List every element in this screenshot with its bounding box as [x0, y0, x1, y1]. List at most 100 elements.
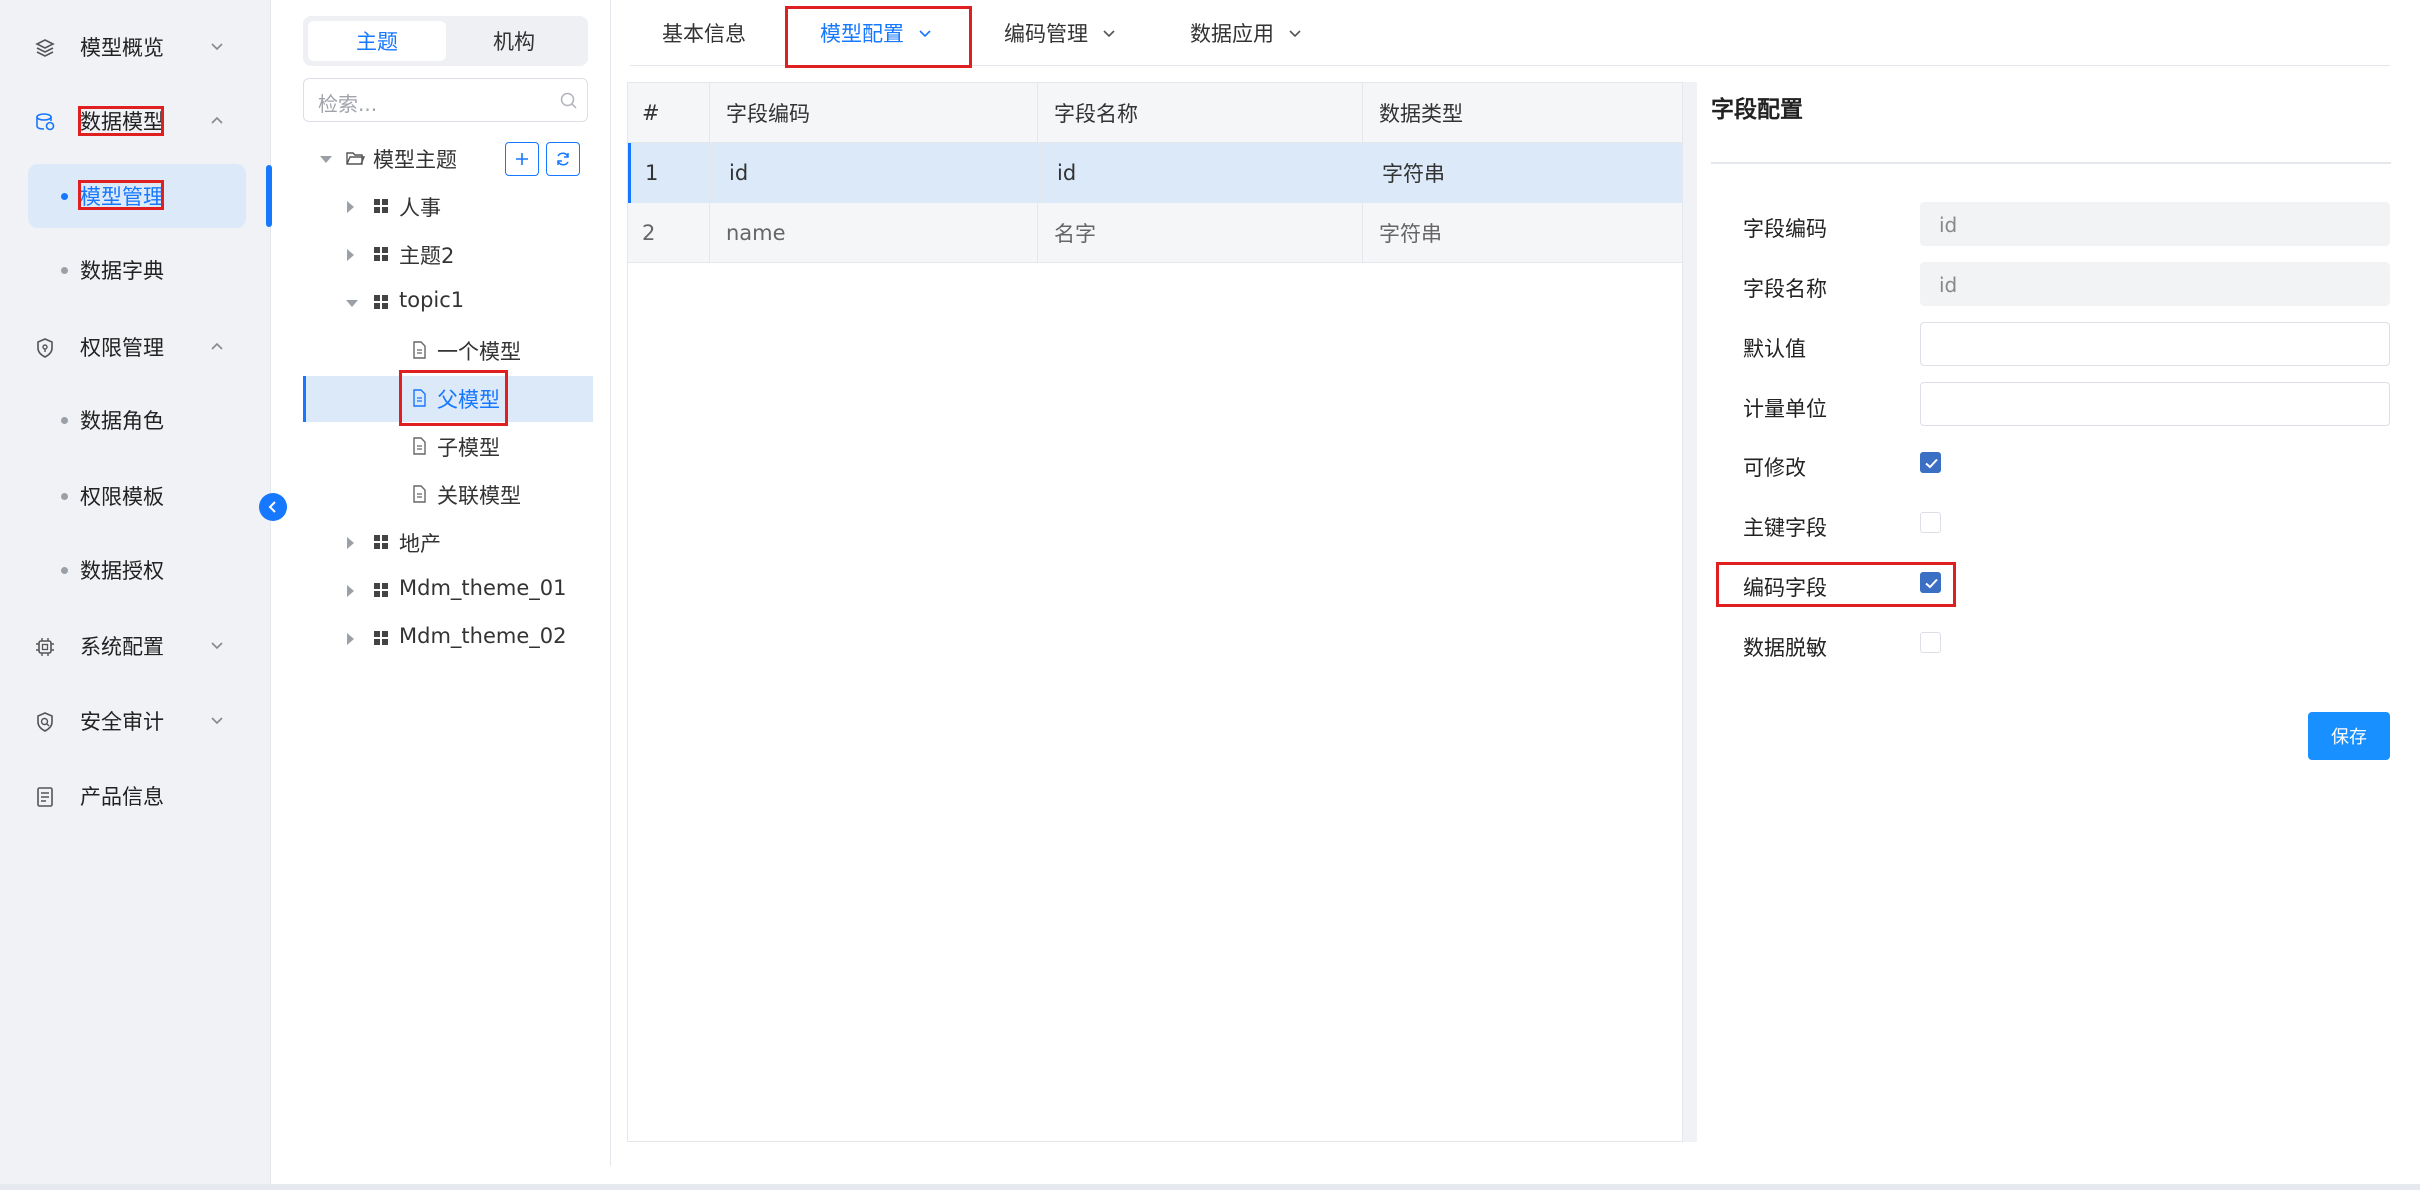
tab-label: 基本信息 [662, 22, 746, 46]
tree-node-topic[interactable]: 人事 [303, 184, 593, 230]
tree-node-label: Mdm_theme_01 [399, 576, 567, 600]
grid-icon [374, 583, 388, 597]
chevron-down-icon [919, 30, 931, 38]
nav-system-config[interactable]: 系统配置 [0, 617, 270, 675]
selection-indicator [303, 376, 306, 422]
input-value: id [1939, 213, 1958, 237]
tree-node-topic[interactable]: Mdm_theme_01 [303, 568, 593, 614]
document-icon [413, 341, 426, 359]
tree-node-label: 模型主题 [373, 148, 457, 172]
primary-key-checkbox[interactable] [1920, 512, 1941, 533]
nav-label: 模型概览 [80, 36, 164, 60]
coding-field-checkbox[interactable] [1920, 572, 1941, 593]
tab-code-management[interactable]: 编码管理 [1004, 0, 1118, 66]
editable-checkbox[interactable] [1920, 452, 1941, 473]
tree-node-topic[interactable]: topic1 [303, 280, 593, 326]
segment-switch: 主题 机构 [303, 16, 588, 66]
field-config-title: 字段配置 [1711, 97, 1803, 123]
add-topic-button[interactable] [505, 142, 539, 176]
editable-label: 可修改 [1743, 456, 1806, 480]
unit-input[interactable] [1920, 382, 2390, 426]
table-header: # 字段编码 字段名称 数据类型 [628, 83, 1682, 143]
sidebar-item-data-role[interactable]: 数据角色 [28, 388, 246, 452]
grid-icon [374, 199, 388, 213]
tree-node-model-selected[interactable]: 父模型 [303, 376, 593, 422]
shield-icon [37, 338, 53, 358]
chip-icon [36, 638, 54, 656]
table-cell: 字符串 [1379, 222, 1442, 246]
nav-label: 安全审计 [80, 710, 164, 734]
caret-right-icon [347, 585, 354, 597]
tree-node-model[interactable]: 一个模型 [303, 328, 593, 374]
default-value-input[interactable] [1920, 322, 2390, 366]
tree-node-topic[interactable]: 地产 [303, 520, 593, 566]
data-masking-checkbox[interactable] [1920, 632, 1941, 653]
nav-permission-management[interactable]: 权限管理 [0, 318, 270, 376]
document-list-icon [37, 787, 53, 807]
document-icon [413, 437, 426, 455]
segment-organization[interactable]: 机构 [445, 21, 583, 61]
table-row[interactable]: 2 name 名字 字符串 [628, 203, 1682, 263]
sidebar: 模型概览 数据模型 模型管理 数据字典 权限管理 数据角色 权限模板 数据授权 … [0, 0, 271, 1184]
tab-label: 编码管理 [1004, 22, 1088, 46]
sidebar-item-data-authorization[interactable]: 数据授权 [28, 538, 246, 602]
sidebar-item-model-management[interactable]: 模型管理 [28, 164, 246, 228]
column-header[interactable]: 数据类型 [1363, 83, 1682, 143]
sidebar-item-data-dictionary[interactable]: 数据字典 [28, 238, 246, 302]
nav-data-model[interactable]: 数据模型 [0, 92, 270, 150]
table-row-selected[interactable]: 1 id id 字符串 [628, 143, 1682, 203]
nav-label: 系统配置 [80, 635, 164, 659]
column-header[interactable]: 字段编码 [710, 83, 1038, 143]
active-dot [61, 192, 68, 200]
tree-node-label: 父模型 [437, 388, 500, 412]
tab-data-application[interactable]: 数据应用 [1190, 0, 1304, 66]
tree-panel: 主题 机构 检索... 模型主题 人事 主题2 topic1 一个模型 父模型 … [290, 0, 600, 1184]
database-icon [36, 113, 55, 131]
table-cell: 字符串 [1382, 162, 1445, 186]
tree-node-label: topic1 [399, 288, 465, 312]
nav-product-info[interactable]: 产品信息 [0, 767, 270, 825]
save-button[interactable]: 保存 [2308, 712, 2390, 760]
collapse-sidebar-button[interactable] [259, 493, 287, 521]
default-value-label: 默认值 [1743, 337, 1806, 361]
sidebar-item-label: 模型管理 [80, 185, 164, 209]
refresh-tree-button[interactable] [546, 142, 580, 176]
caret-down-icon [320, 156, 332, 163]
nav-model-overview[interactable]: 模型概览 [0, 18, 270, 76]
tab-label: 数据应用 [1190, 22, 1274, 46]
column-header[interactable]: 字段名称 [1038, 83, 1363, 143]
tree-node-label: 一个模型 [437, 340, 521, 364]
tree-node-topic[interactable]: 主题2 [303, 232, 593, 278]
chevron-down-icon [1289, 30, 1301, 38]
caret-right-icon [347, 633, 354, 645]
table-cell: 2 [628, 203, 710, 263]
sidebar-item-label: 数据角色 [80, 409, 164, 433]
tree-node-topic[interactable]: Mdm_theme_02 [303, 616, 593, 662]
grid-icon [374, 247, 388, 261]
tree-node-model[interactable]: 子模型 [303, 424, 593, 470]
tree-root-node[interactable]: 模型主题 [303, 136, 593, 182]
sidebar-item-permission-template[interactable]: 权限模板 [28, 464, 246, 528]
check-icon [1925, 458, 1938, 469]
tab-model-config[interactable]: 模型配置 [820, 0, 934, 66]
field-code-input[interactable]: id [1920, 202, 2390, 246]
tree-node-label: 地产 [399, 532, 441, 556]
table-cell: id [713, 143, 1041, 203]
tree-node-model[interactable]: 关联模型 [303, 472, 593, 518]
field-name-input[interactable]: id [1920, 262, 2390, 306]
refresh-icon [557, 152, 569, 166]
grid-icon [374, 535, 388, 549]
tab-basic-info[interactable]: 基本信息 [662, 0, 746, 66]
segment-topic[interactable]: 主题 [308, 21, 446, 61]
nav-security-audit[interactable]: 安全审计 [0, 692, 270, 750]
vertical-scrollbar[interactable] [1683, 82, 1697, 1142]
check-icon [1925, 578, 1938, 589]
table-cell: name [710, 203, 1038, 263]
active-indicator [266, 165, 272, 227]
grid-icon [374, 631, 388, 645]
column-header[interactable]: # [628, 83, 710, 143]
field-table: # 字段编码 字段名称 数据类型 1 id id 字符串 2 name 名字 字… [627, 82, 1683, 1142]
table-cell: id [1041, 143, 1366, 203]
tree-search-input[interactable]: 检索... [303, 78, 588, 122]
window-bottom-edge [0, 1184, 2420, 1190]
